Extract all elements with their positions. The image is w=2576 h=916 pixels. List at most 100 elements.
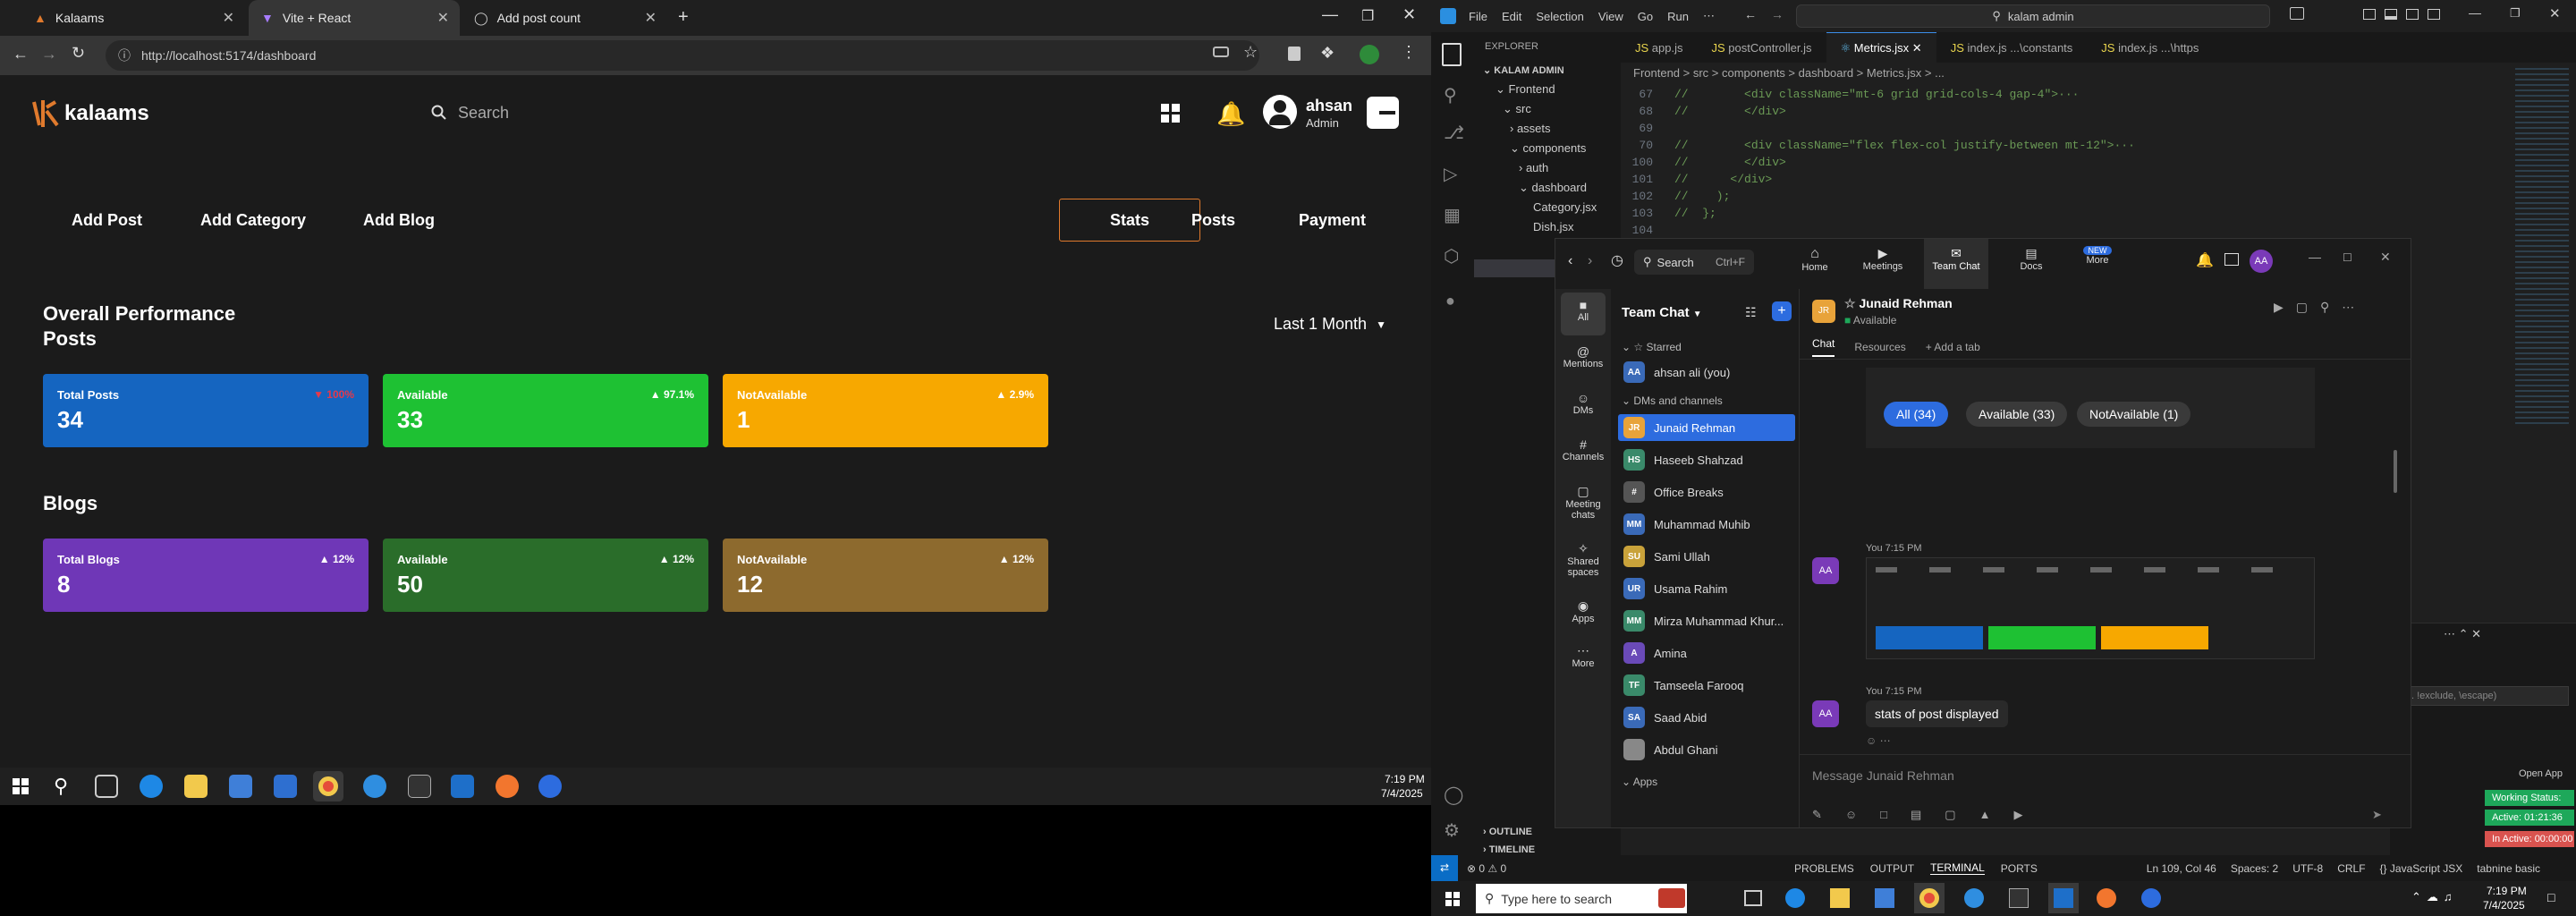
profile-avatar[interactable]: [1360, 45, 1379, 64]
zoom-icon[interactable]: [538, 775, 562, 798]
settings-gear-icon[interactable]: ⚙: [1444, 819, 1460, 842]
search-box[interactable]: Search: [420, 95, 859, 131]
rail-shared-spaces[interactable]: ✧ Shared spaces: [1555, 541, 1611, 578]
mail-icon[interactable]: [274, 775, 297, 798]
rail-all[interactable]: ■ All: [1561, 293, 1606, 335]
message-avatar[interactable]: AA: [1812, 557, 1839, 584]
tab-postcontroller-js[interactable]: JS postController.js: [1698, 41, 1826, 55]
close-tab-icon[interactable]: ✕: [223, 9, 234, 27]
add-category-button[interactable]: Add Category: [200, 211, 306, 230]
panel-tab-output[interactable]: OUTPUT: [1870, 862, 1914, 875]
shared-image-top[interactable]: All (34) Available (33) NotAvailable (1): [1866, 368, 2315, 448]
file-explorer-icon[interactable]: [1830, 888, 1850, 908]
code-line[interactable]: // <div className="flex flex-col justify…: [1674, 139, 2135, 152]
panel-more-icon[interactable]: ⋯ ⌃ ✕: [2444, 627, 2481, 641]
add-post-button[interactable]: Add Post: [72, 211, 142, 230]
edge-icon[interactable]: [140, 775, 163, 798]
postman-icon[interactable]: [2097, 888, 2116, 908]
tree-components[interactable]: ⌄ components: [1510, 141, 1586, 156]
rail-more[interactable]: ⋯ More: [1555, 643, 1611, 669]
chat-item-office-breaks[interactable]: # Office Breaks: [1618, 479, 1795, 505]
back-icon[interactable]: ←: [1744, 7, 1757, 21]
panel-tab-problems[interactable]: PROBLEMS: [1794, 862, 1854, 875]
task-view-icon[interactable]: [1744, 890, 1762, 906]
account-icon[interactable]: ◯: [1444, 784, 1463, 806]
rail-apps[interactable]: ◉ Apps: [1555, 598, 1611, 624]
chat-item-usama[interactable]: UR Usama Rahim: [1618, 575, 1795, 602]
language-mode[interactable]: {} JavaScript JSX: [2380, 862, 2463, 875]
close-icon[interactable]: ✕: [2380, 250, 2391, 265]
message-composer[interactable]: Message Junaid Rehman: [1812, 768, 1954, 783]
zoom-user-avatar[interactable]: AA: [2250, 250, 2273, 273]
postman-icon[interactable]: [496, 775, 519, 798]
back-icon[interactable]: ‹: [1568, 253, 1572, 269]
chat-item-mirza[interactable]: MM Mirza Muhammad Khur...: [1618, 607, 1795, 634]
windows-start-icon[interactable]: [1445, 892, 1460, 906]
chrome-active-icon[interactable]: [313, 771, 343, 802]
vscode-icon[interactable]: [451, 775, 474, 798]
layout-secondary-icon[interactable]: [2406, 9, 2419, 20]
browser-tab-vite[interactable]: ▼ Vite + React ✕: [249, 0, 460, 36]
rail-dms[interactable]: ☺ DMs: [1555, 391, 1611, 416]
minimize-icon[interactable]: —: [1322, 5, 1338, 24]
file-explorer-icon[interactable]: [184, 775, 208, 798]
end-of-line[interactable]: CRLF: [2337, 862, 2365, 875]
terminal-icon[interactable]: [408, 775, 431, 798]
restore-icon[interactable]: ❐: [2510, 6, 2521, 21]
notification-icon[interactable]: □: [2547, 890, 2555, 904]
command-center[interactable]: ⚲ kalam admin: [1796, 4, 2270, 28]
forward-icon[interactable]: →: [41, 45, 57, 64]
timeline-section[interactable]: › TIMELINE: [1483, 844, 1535, 855]
customize-layout-icon[interactable]: [2428, 9, 2440, 20]
store-icon[interactable]: [229, 775, 252, 798]
password-key-icon[interactable]: [1213, 47, 1229, 57]
code-line[interactable]: // );: [1674, 190, 1730, 203]
menu-run[interactable]: Run: [1667, 10, 1689, 23]
outline-section[interactable]: › OUTLINE: [1483, 827, 1532, 837]
menu-selection[interactable]: Selection: [1536, 10, 1583, 23]
tree-frontend[interactable]: ⌄ Frontend: [1496, 82, 1555, 97]
browser-tab-kalaams[interactable]: ▲ Kalaams ✕: [21, 0, 245, 36]
open-app-button[interactable]: Open App: [2519, 768, 2563, 779]
nav-home[interactable]: ⌂ Home: [1793, 246, 1836, 273]
chat-header-icons[interactable]: ▶▢⚲⋯: [2274, 300, 2367, 315]
period-select[interactable]: Last 1 Month ▼: [1274, 315, 1386, 334]
app-icon[interactable]: [1964, 888, 1984, 908]
bookmark-star-icon[interactable]: ☆: [1243, 43, 1258, 62]
chat-tab-chat[interactable]: Chat: [1812, 337, 1835, 357]
tree-category-jsx[interactable]: Category.jsx: [1533, 200, 1597, 214]
composer-toolbar-icons[interactable]: ✎☺□▤▢▲▶: [1812, 808, 2046, 822]
dms-header[interactable]: ⌄ DMs and channels: [1622, 394, 1723, 407]
remote-indicator-icon[interactable]: ⇄: [1431, 855, 1458, 881]
chat-item-saad[interactable]: SA Saad Abid: [1618, 704, 1795, 731]
os-search-box[interactable]: ⚲ Type here to search: [1476, 884, 1687, 913]
tree-src[interactable]: ⌄ src: [1503, 102, 1531, 116]
window-icon[interactable]: [2224, 253, 2239, 266]
url-input[interactable]: ⓘ http://localhost:5174/dashboard: [106, 40, 1259, 71]
filter-icon[interactable]: ☷: [1745, 305, 1757, 320]
chat-item-muhib[interactable]: MM Muhammad Muhib: [1618, 511, 1795, 538]
nav-more[interactable]: NEW More: [2076, 246, 2119, 266]
code-line[interactable]: // </div>: [1674, 173, 1772, 186]
menu-file[interactable]: File: [1469, 10, 1487, 23]
task-view-icon[interactable]: [95, 775, 118, 798]
reload-icon[interactable]: ↻: [72, 44, 85, 63]
logo[interactable]: kalaams: [30, 98, 149, 129]
close-icon[interactable]: ✕: [2549, 5, 2561, 21]
chat-item-self[interactable]: AA ahsan ali (you): [1618, 359, 1795, 386]
tab-index-https[interactable]: JS index.js ...\https: [2087, 41, 2213, 55]
tab-app-js[interactable]: JS app.js: [1621, 41, 1698, 55]
chat-item-tamseela[interactable]: TF Tamseela Farooq: [1618, 672, 1795, 699]
minimap[interactable]: [2515, 68, 2569, 426]
add-blog-button[interactable]: Add Blog: [363, 211, 435, 230]
source-control-icon[interactable]: ⎇: [1444, 122, 1464, 144]
chat-item-haseeb[interactable]: HS Haseeb Shahzad: [1618, 446, 1795, 473]
minimize-icon[interactable]: —: [2469, 5, 2481, 20]
tree-auth[interactable]: › auth: [1519, 161, 1548, 174]
message-avatar[interactable]: AA: [1812, 700, 1839, 727]
menu-go[interactable]: Go: [1638, 10, 1653, 23]
chat-scrollbar[interactable]: [2394, 450, 2397, 493]
rail-channels[interactable]: # Channels: [1555, 437, 1611, 462]
remote-icon[interactable]: ⬡: [1444, 245, 1459, 267]
apps-header[interactable]: ⌄ Apps: [1622, 776, 1657, 788]
